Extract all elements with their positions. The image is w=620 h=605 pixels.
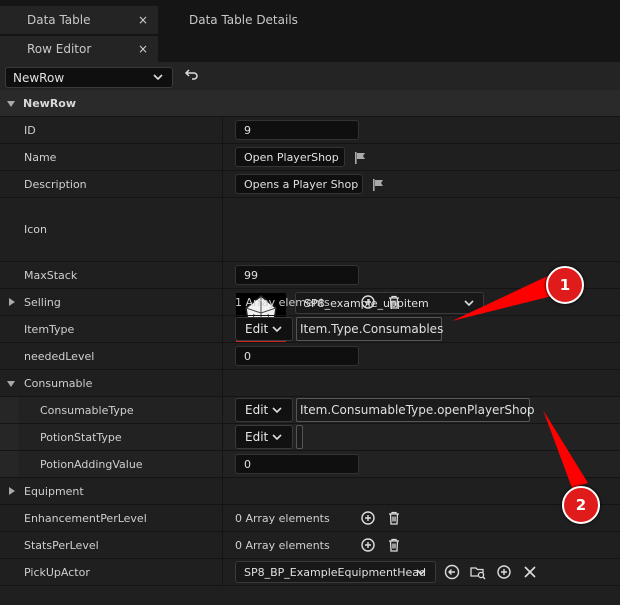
row-editor-toolbar: NewRow bbox=[0, 62, 620, 90]
description-field[interactable]: Opens a Player Shop bbox=[235, 174, 363, 194]
property-row-potionaddingvalue: PotionAddingValue 0 bbox=[0, 451, 620, 478]
property-row-neededlevel: neededLevel 0 bbox=[0, 343, 620, 370]
itemtype-tag: Item.Type.Consumables bbox=[296, 317, 443, 341]
property-row-id: ID 9 bbox=[0, 117, 620, 144]
potionstattype-tag bbox=[296, 425, 303, 449]
trash-icon[interactable] bbox=[386, 294, 402, 310]
edit-label: Edit bbox=[245, 322, 269, 336]
property-label: PotionAddingValue bbox=[40, 458, 143, 471]
chevron-down-icon bbox=[272, 434, 282, 441]
close-icon[interactable]: × bbox=[138, 13, 148, 27]
close-icon[interactable]: × bbox=[138, 42, 148, 56]
tab-data-table-details[interactable]: Data Table Details bbox=[160, 6, 360, 34]
property-row-equipment: Equipment bbox=[0, 478, 620, 505]
property-row-description: Description Opens a Player Shop bbox=[0, 171, 620, 198]
document-tab-bar: Data Table × Data Table Details bbox=[0, 0, 620, 35]
property-row-itemtype: ItemType Edit Item.Type.Consumables bbox=[0, 316, 620, 343]
row-select-dropdown[interactable]: NewRow bbox=[5, 67, 173, 88]
potionaddingvalue-field[interactable]: 0 bbox=[235, 454, 359, 474]
chevron-down-icon[interactable] bbox=[7, 381, 15, 387]
chevron-right-icon[interactable] bbox=[9, 298, 15, 306]
property-label: EnhancementPerLevel bbox=[24, 512, 147, 525]
id-field[interactable]: 9 bbox=[235, 120, 359, 140]
tab-label: Row Editor bbox=[27, 42, 92, 56]
property-label: Description bbox=[24, 178, 87, 191]
pickupactor-dropdown[interactable]: SP8_BP_ExampleEquipmentHead bbox=[235, 561, 436, 583]
array-count: 1 Array elements bbox=[235, 296, 330, 309]
property-row-consumabletype: ConsumableType Edit Item.ConsumableType.… bbox=[0, 397, 620, 424]
property-row-maxstack: MaxStack 99 bbox=[0, 262, 620, 289]
trash-icon[interactable] bbox=[386, 510, 402, 526]
browse-folder-icon[interactable] bbox=[470, 564, 486, 580]
name-field[interactable]: Open PlayerShop bbox=[235, 147, 345, 167]
property-label: PotionStatType bbox=[40, 431, 122, 444]
pickupactor-value: SP8_BP_ExampleEquipmentHead bbox=[244, 565, 426, 579]
tab-label: Data Table Details bbox=[189, 13, 298, 27]
property-label: Equipment bbox=[24, 485, 84, 498]
chevron-down-icon[interactable] bbox=[7, 101, 15, 107]
property-row-selling: Selling 1 Array elements bbox=[0, 289, 620, 316]
property-label: MaxStack bbox=[24, 269, 78, 282]
property-label: PickUpActor bbox=[24, 566, 90, 579]
details-panel: NewRow ID 9 Name Open PlayerShop Descrip… bbox=[0, 90, 620, 605]
section-title: NewRow bbox=[23, 97, 77, 110]
clear-x-icon[interactable] bbox=[522, 564, 538, 580]
chevron-down-icon bbox=[272, 407, 282, 414]
tab-row-editor[interactable]: Row Editor × bbox=[0, 36, 158, 62]
property-row-statsperlevel: StatsPerLevel 0 Array elements bbox=[0, 532, 620, 559]
chevron-down-icon bbox=[416, 569, 426, 576]
property-row-name: Name Open PlayerShop bbox=[0, 144, 620, 171]
maxstack-field[interactable]: 99 bbox=[235, 265, 359, 285]
property-label: Icon bbox=[24, 223, 47, 236]
array-count: 0 Array elements bbox=[235, 539, 330, 552]
chevron-right-icon[interactable] bbox=[9, 487, 15, 495]
property-label: ID bbox=[24, 124, 36, 137]
property-label: Selling bbox=[24, 296, 61, 309]
property-row-consumable: Consumable bbox=[0, 370, 620, 397]
itemtype-edit-button[interactable]: Edit bbox=[235, 317, 293, 341]
use-selected-arrow-icon[interactable] bbox=[444, 564, 460, 580]
edit-label: Edit bbox=[245, 403, 269, 417]
chevron-down-icon bbox=[153, 74, 163, 81]
chevron-down-icon bbox=[272, 326, 282, 333]
row-select-value: NewRow bbox=[13, 70, 65, 85]
reset-arrow-icon[interactable] bbox=[184, 67, 200, 83]
array-count: 0 Array elements bbox=[235, 512, 330, 525]
property-row-potionstattype: PotionStatType Edit bbox=[0, 424, 620, 451]
add-element-icon[interactable] bbox=[360, 510, 376, 526]
property-row-icon: Icon bbox=[0, 198, 620, 262]
section-header-newrow[interactable]: NewRow bbox=[0, 90, 620, 117]
consumabletype-tag: Item.ConsumableType.openPlayerShop bbox=[296, 398, 535, 422]
tab-label: Data Table bbox=[27, 13, 91, 27]
localization-flag-icon[interactable] bbox=[371, 178, 385, 192]
property-label: ItemType bbox=[24, 323, 75, 336]
neededlevel-field[interactable]: 0 bbox=[235, 346, 359, 366]
property-label: Consumable bbox=[24, 377, 93, 390]
property-label: StatsPerLevel bbox=[24, 539, 99, 552]
consumabletype-edit-button[interactable]: Edit bbox=[235, 398, 293, 422]
add-element-icon[interactable] bbox=[360, 537, 376, 553]
add-element-icon[interactable] bbox=[496, 564, 512, 580]
property-label: neededLevel bbox=[24, 350, 95, 363]
property-label: ConsumableType bbox=[40, 404, 134, 417]
tab-data-table[interactable]: Data Table × bbox=[0, 6, 158, 34]
property-label: Name bbox=[24, 151, 57, 164]
property-row-pickupactor: PickUpActor SP8_BP_ExampleEquipmentHead bbox=[0, 559, 620, 586]
property-row-enhancementperlevel: EnhancementPerLevel 0 Array elements bbox=[0, 505, 620, 532]
annotation-badge-1: 1 bbox=[546, 266, 584, 304]
annotation-badge-2: 2 bbox=[562, 486, 600, 524]
localization-flag-icon[interactable] bbox=[353, 151, 367, 165]
trash-icon[interactable] bbox=[386, 537, 402, 553]
potionstattype-edit-button[interactable]: Edit bbox=[235, 425, 293, 449]
add-element-icon[interactable] bbox=[360, 294, 376, 310]
edit-label: Edit bbox=[245, 430, 269, 444]
